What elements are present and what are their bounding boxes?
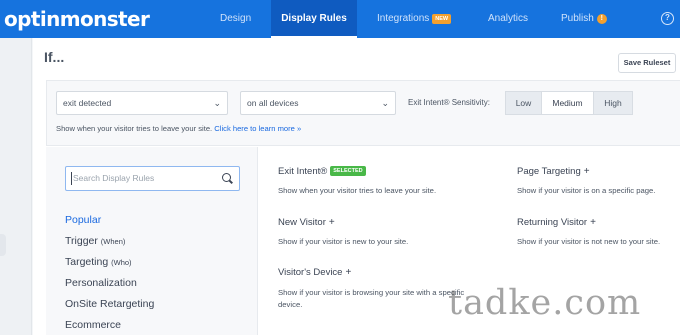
category-label: Ecommerce <box>65 319 122 331</box>
rule-page-targeting[interactable]: Page Targeting + <box>517 166 590 177</box>
rule-title: New Visitor <box>278 217 326 228</box>
sensitivity-low-button[interactable]: Low <box>505 91 542 115</box>
category-onsite-retargeting[interactable]: OnSite Retargeting <box>65 298 154 310</box>
tab-analytics-label: Analytics <box>488 13 529 24</box>
devices-select[interactable]: on all devices ⌄ <box>240 91 396 115</box>
category-popular[interactable]: Popular <box>65 214 101 226</box>
tab-display-rules[interactable]: Display Rules <box>271 0 357 38</box>
tab-publish[interactable]: Publish! <box>561 0 607 38</box>
selected-badge: SELECTED <box>330 166 366 176</box>
rule-visitors-device[interactable]: Visitor's Device + <box>278 267 351 278</box>
publish-alert-badge: ! <box>596 14 607 24</box>
sensitivity-high-button[interactable]: High <box>593 91 633 115</box>
plus-icon[interactable]: + <box>590 217 596 228</box>
learn-more-link[interactable]: Click here to learn more » <box>214 124 301 133</box>
category-label: Popular <box>65 214 102 226</box>
tab-integrations-label: Integrations <box>377 13 430 24</box>
rule-desc-line: device. <box>278 300 303 309</box>
rule-hint-text: Show when your visitor tries to leave yo… <box>56 124 213 133</box>
tab-display-rules-label: Display Rules <box>281 13 347 24</box>
category-personalization[interactable]: Personalization <box>65 277 137 289</box>
rule-hint: Show when your visitor tries to leave yo… <box>56 124 301 133</box>
page-title: If... <box>44 49 65 65</box>
category-ecommerce[interactable]: Ecommerce <box>65 319 121 331</box>
rule-title: Exit Intent® <box>278 166 328 177</box>
category-label: Targeting <box>65 256 109 268</box>
chevron-down-icon: ⌄ <box>381 98 389 108</box>
search-icon[interactable] <box>222 173 231 182</box>
rule-exit-intent[interactable]: Exit Intent® SELECTED <box>278 166 366 177</box>
category-label: Trigger <box>65 235 98 247</box>
rule-returning-visitor-desc: Show if your visitor is not new to your … <box>517 237 661 246</box>
rule-exit-intent-desc: Show when your visitor tries to leave yo… <box>278 186 437 195</box>
save-ruleset-button[interactable]: Save Ruleset <box>618 53 676 73</box>
plus-icon[interactable]: + <box>329 217 335 228</box>
category-targeting[interactable]: Targeting (Who) <box>65 256 132 268</box>
condition-select-value: exit detected <box>63 98 112 108</box>
category-sub: (When) <box>100 237 126 246</box>
tab-design[interactable]: Design <box>220 0 251 38</box>
logo-text: optinmonster <box>4 7 150 31</box>
rule-title: Returning Visitor <box>517 217 588 228</box>
watermark: tadke.com <box>448 283 642 323</box>
help-icon[interactable]: ? <box>661 12 674 25</box>
tab-analytics[interactable]: Analytics <box>488 0 528 38</box>
plus-icon[interactable]: + <box>345 267 351 278</box>
search-placeholder: Search Display Rules <box>73 173 155 183</box>
rule-new-visitor-desc: Show if your visitor is new to your site… <box>278 237 409 246</box>
top-nav: optinmonster Design Display Rules Integr… <box>0 0 680 38</box>
rule-page-targeting-desc: Show if your visitor is on a specific pa… <box>517 186 656 195</box>
condition-select[interactable]: exit detected ⌄ <box>56 91 228 115</box>
category-label: Personalization <box>65 277 137 289</box>
sensitivity-label: Exit Intent® Sensitivity: <box>408 98 490 107</box>
tab-publish-label: Publish <box>561 13 594 24</box>
category-label: OnSite Retargeting <box>65 298 155 310</box>
rule-new-visitor[interactable]: New Visitor + <box>278 217 335 228</box>
rule-visitors-device-desc: Show if your visitor is browsing your si… <box>278 287 464 311</box>
tab-integrations[interactable]: Integrations NEW <box>377 0 452 38</box>
search-input[interactable]: Search Display Rules <box>65 166 240 191</box>
plus-icon[interactable]: + <box>584 166 590 177</box>
new-badge: NEW <box>432 14 452 24</box>
left-edge-panel <box>0 38 32 335</box>
rule-title: Visitor's Device <box>278 267 343 278</box>
tab-design-label: Design <box>220 13 252 24</box>
text-caret <box>71 172 72 185</box>
devices-select-value: on all devices <box>247 98 299 108</box>
optinmonster-logo[interactable]: optinmonster <box>4 6 150 32</box>
edge-handle[interactable] <box>0 234 6 256</box>
category-trigger[interactable]: Trigger (When) <box>65 235 125 247</box>
category-sub: (Who) <box>111 258 132 267</box>
rule-returning-visitor[interactable]: Returning Visitor + <box>517 217 596 228</box>
sensitivity-medium-button[interactable]: Medium <box>541 91 594 115</box>
chevron-down-icon: ⌄ <box>213 98 221 108</box>
rule-title: Page Targeting <box>517 166 581 177</box>
rule-desc-line: Show if your visitor is browsing your si… <box>278 288 465 297</box>
